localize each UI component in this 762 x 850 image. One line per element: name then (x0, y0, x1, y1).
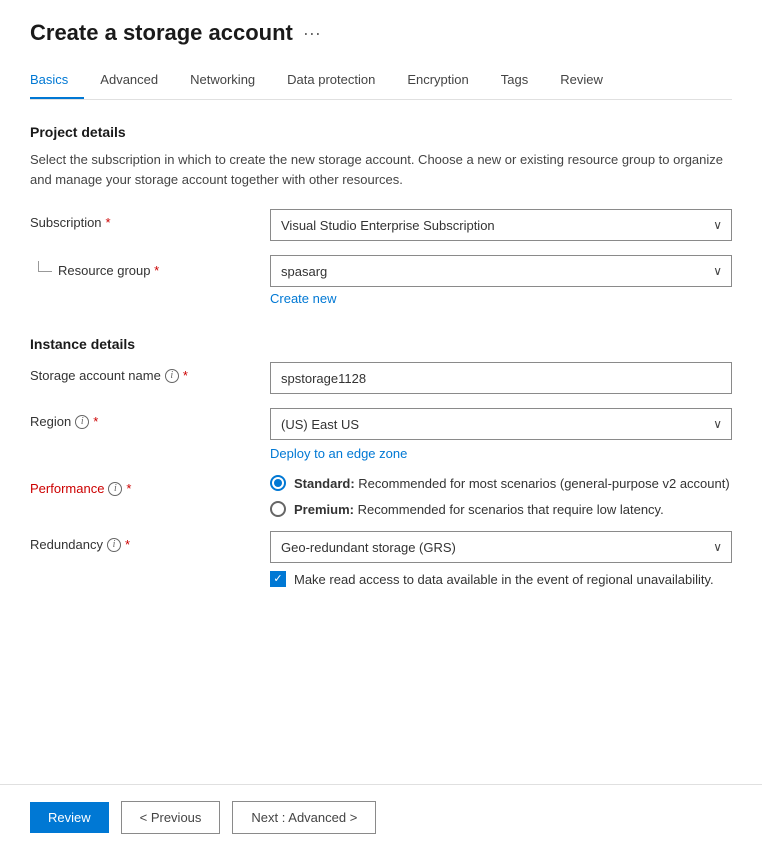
performance-standard-radio[interactable] (270, 475, 286, 491)
indent-line-horizontal (38, 271, 52, 272)
checkbox-check-icon: ✓ (273, 574, 282, 585)
deploy-edge-zone-link[interactable]: Deploy to an edge zone (270, 446, 732, 461)
subscription-select-wrapper: Visual Studio Enterprise Subscription (270, 209, 732, 241)
tab-nav: Basics Advanced Networking Data protecti… (30, 62, 732, 100)
more-options-icon[interactable]: ··· (303, 23, 321, 44)
bottom-bar: Review < Previous Next : Advanced > (0, 784, 762, 850)
redundancy-checkbox-label: Make read access to data available in th… (294, 572, 714, 587)
storage-account-name-label: Storage account name i (30, 362, 250, 383)
region-select-wrapper: (US) East US (270, 408, 732, 440)
redundancy-select-wrapper: Geo-redundant storage (GRS) (270, 531, 732, 563)
performance-premium-radio[interactable] (270, 501, 286, 517)
storage-account-name-control (270, 362, 732, 394)
redundancy-checkbox[interactable]: ✓ (270, 571, 286, 587)
region-select[interactable]: (US) East US (270, 408, 732, 440)
subscription-control: Visual Studio Enterprise Subscription (270, 209, 732, 241)
project-details-title: Project details (30, 124, 732, 140)
tab-data-protection[interactable]: Data protection (271, 62, 391, 99)
indent-line-horiz-row (30, 271, 52, 272)
performance-control: Standard: Recommended for most scenarios… (270, 475, 732, 517)
review-button[interactable]: Review (30, 802, 109, 833)
resource-group-control: spasarg Create new (270, 255, 732, 306)
instance-details-section: Instance details Storage account name i … (30, 336, 732, 587)
performance-row: Performance i Standard: Recommended for … (30, 475, 732, 517)
tab-advanced[interactable]: Advanced (84, 62, 174, 99)
subscription-row: Subscription Visual Studio Enterprise Su… (30, 209, 732, 241)
subscription-label: Subscription (30, 209, 250, 230)
redundancy-label: Redundancy i (30, 531, 250, 552)
resource-group-select-wrapper: spasarg (270, 255, 732, 287)
resource-group-label-area: Resource group * (30, 255, 250, 278)
region-control: (US) East US Deploy to an edge zone (270, 408, 732, 461)
performance-premium-option[interactable]: Premium: Recommended for scenarios that … (270, 501, 732, 517)
redundancy-checkbox-row: ✓ Make read access to data available in … (270, 571, 732, 587)
resource-group-label: Resource group * (58, 261, 159, 278)
performance-premium-label: Premium: Recommended for scenarios that … (294, 502, 664, 517)
storage-account-name-row: Storage account name i (30, 362, 732, 394)
indent-line (30, 261, 52, 272)
region-info-icon[interactable]: i (75, 415, 89, 429)
storage-account-name-info-icon[interactable]: i (165, 369, 179, 383)
tab-basics[interactable]: Basics (30, 62, 84, 99)
tab-networking[interactable]: Networking (174, 62, 271, 99)
project-details-section: Project details Select the subscription … (30, 124, 732, 306)
tab-review[interactable]: Review (544, 62, 619, 99)
performance-label: Performance i (30, 475, 250, 496)
tab-tags[interactable]: Tags (485, 62, 544, 99)
indent-line-vertical (38, 261, 39, 271)
subscription-select[interactable]: Visual Studio Enterprise Subscription (270, 209, 732, 241)
region-row: Region i (US) East US Deploy to an edge … (30, 408, 732, 461)
page-title: Create a storage account (30, 20, 293, 46)
storage-account-name-input[interactable] (270, 362, 732, 394)
create-new-link[interactable]: Create new (270, 291, 732, 306)
project-details-description: Select the subscription in which to crea… (30, 150, 732, 189)
tab-encryption[interactable]: Encryption (391, 62, 484, 99)
performance-info-icon[interactable]: i (108, 482, 122, 496)
region-label: Region i (30, 408, 250, 429)
next-button[interactable]: Next : Advanced > (232, 801, 376, 834)
redundancy-select[interactable]: Geo-redundant storage (GRS) (270, 531, 732, 563)
redundancy-row: Redundancy i Geo-redundant storage (GRS)… (30, 531, 732, 587)
redundancy-control: Geo-redundant storage (GRS) ✓ Make read … (270, 531, 732, 587)
resource-group-select[interactable]: spasarg (270, 255, 732, 287)
resource-group-row: Resource group * spasarg Create new (30, 255, 732, 306)
performance-radio-group: Standard: Recommended for most scenarios… (270, 475, 732, 517)
performance-standard-option[interactable]: Standard: Recommended for most scenarios… (270, 475, 732, 491)
previous-button[interactable]: < Previous (121, 801, 221, 834)
redundancy-info-icon[interactable]: i (107, 538, 121, 552)
instance-details-title: Instance details (30, 336, 732, 352)
performance-standard-label: Standard: Recommended for most scenarios… (294, 476, 730, 491)
